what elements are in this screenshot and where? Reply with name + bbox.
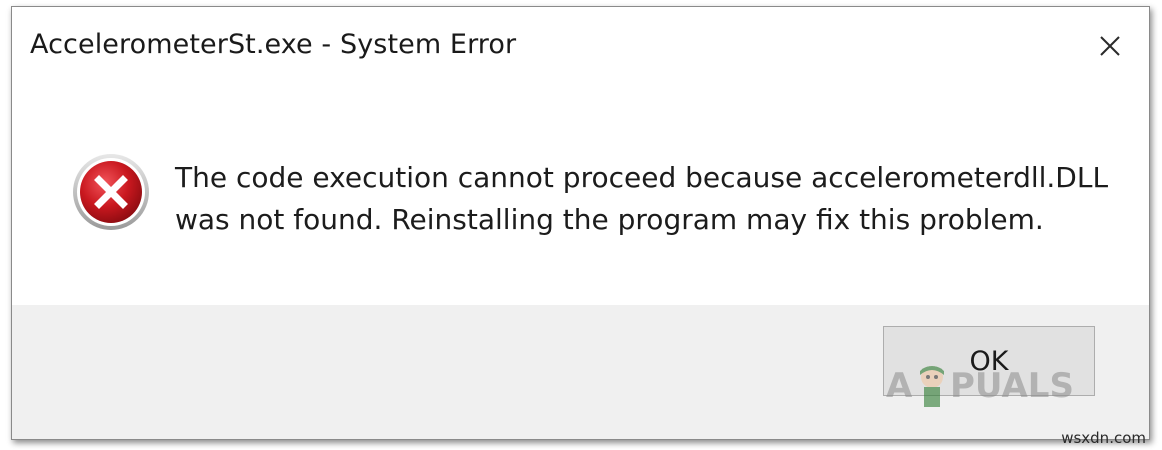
site-watermark: wsxdn.com [1061,429,1146,447]
window-title: AccelerometerSt.exe - System Error [30,29,517,60]
close-button[interactable] [1095,31,1125,61]
system-error-dialog: AccelerometerSt.exe - System Error The c… [11,6,1150,440]
close-icon [1095,31,1125,61]
error-message-line-2: was not found. Reinstalling the program … [175,203,1044,236]
button-bar: OK [12,305,1149,439]
dialog-content: The code execution cannot proceed becaus… [12,87,1149,307]
error-message: The code execution cannot proceed becaus… [175,157,1115,241]
title-bar[interactable]: AccelerometerSt.exe - System Error [12,7,1149,87]
error-icon [71,152,151,232]
ok-button[interactable]: OK [883,326,1095,396]
error-message-line-1: The code execution cannot proceed becaus… [175,161,1109,194]
